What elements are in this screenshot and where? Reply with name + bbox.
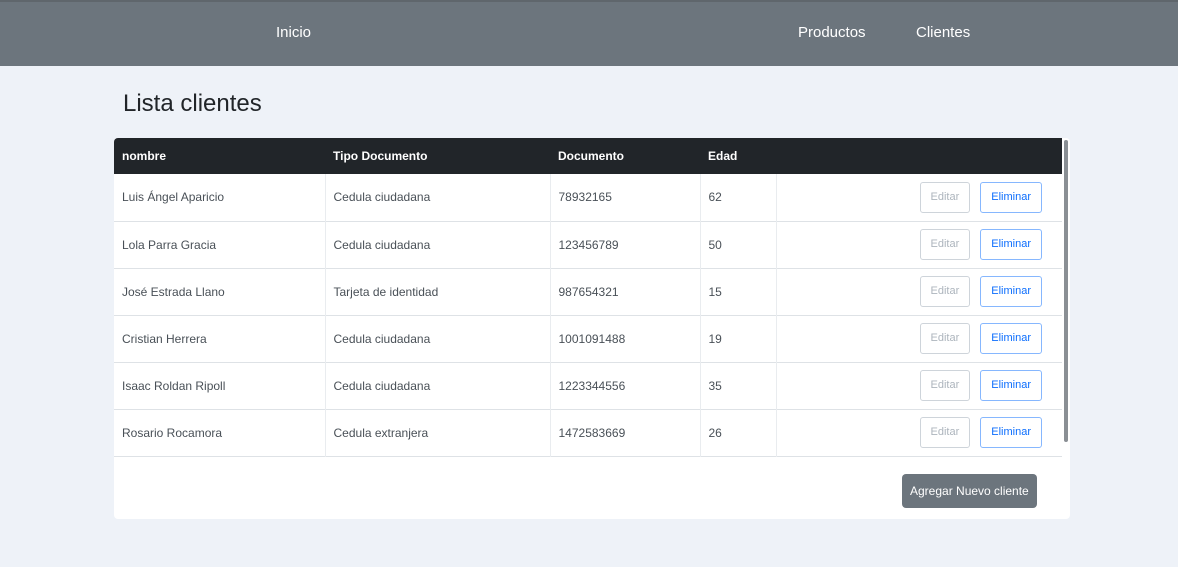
cell-tipo-documento: Tarjeta de identidad (325, 268, 551, 315)
cell-documento: 78932165 (550, 174, 701, 221)
cell-edad: 15 (700, 268, 777, 315)
delete-button[interactable]: Eliminar (980, 370, 1042, 401)
cell-documento: 1001091488 (550, 315, 701, 362)
nav-link-products[interactable]: Productos (798, 24, 866, 41)
nav-link-clients[interactable]: Clientes (916, 24, 970, 41)
header-edad: Edad (708, 149, 738, 163)
delete-button[interactable]: Eliminar (980, 417, 1042, 448)
table-header: nombre Tipo Documento Documento Edad (114, 138, 1062, 174)
cell-edad: 19 (700, 315, 777, 362)
edit-button[interactable]: Editar (919, 370, 971, 401)
cell-edad: 50 (700, 221, 777, 268)
edit-button[interactable]: Editar (919, 276, 971, 307)
cell-actions: Editar Eliminar (776, 362, 1062, 409)
cell-nombre: Cristian Herrera (114, 315, 326, 362)
cell-nombre: Rosario Rocamora (114, 409, 326, 456)
delete-button[interactable]: Eliminar (980, 229, 1042, 260)
header-actions (776, 138, 1062, 174)
cell-edad: 26 (700, 409, 777, 456)
cell-nombre: José Estrada Llano (114, 268, 326, 315)
table-row: Luis Ángel Aparicio Cedula ciudadana 789… (114, 174, 1062, 221)
header-tipo-documento: Tipo Documento (333, 149, 428, 163)
add-client-button[interactable]: Agregar Nuevo cliente (902, 474, 1037, 508)
cell-nombre: Luis Ángel Aparicio (114, 174, 326, 221)
cell-actions: Editar Eliminar (776, 221, 1062, 268)
cell-actions: Editar Eliminar (776, 409, 1062, 456)
cell-tipo-documento: Cedula ciudadana (325, 174, 551, 221)
table-row: Isaac Roldan Ripoll Cedula ciudadana 122… (114, 362, 1062, 409)
navbar: Inicio Productos Clientes (0, 0, 1178, 66)
cell-tipo-documento: Cedula ciudadana (325, 315, 551, 362)
delete-button[interactable]: Eliminar (980, 323, 1042, 354)
cell-tipo-documento: Cedula extranjera (325, 409, 551, 456)
table-header-row: nombre Tipo Documento Documento Edad (114, 138, 1062, 174)
header-documento: Documento (558, 149, 624, 163)
table-row: Cristian Herrera Cedula ciudadana 100109… (114, 315, 1062, 362)
cell-edad: 62 (700, 174, 777, 221)
table-row: Rosario Rocamora Cedula extranjera 14725… (114, 409, 1062, 456)
cell-nombre: Isaac Roldan Ripoll (114, 362, 326, 409)
cell-nombre: Lola Parra Gracia (114, 221, 326, 268)
cell-actions: Editar Eliminar (776, 315, 1062, 362)
cell-documento: 1223344556 (550, 362, 701, 409)
clients-card: nombre Tipo Documento Documento Edad Lui… (114, 138, 1070, 519)
cell-tipo-documento: Cedula ciudadana (325, 221, 551, 268)
edit-button[interactable]: Editar (919, 229, 971, 260)
header-nombre: nombre (122, 149, 167, 163)
cell-documento: 123456789 (550, 221, 701, 268)
clients-table: nombre Tipo Documento Documento Edad Lui… (114, 138, 1062, 457)
cell-actions: Editar Eliminar (776, 268, 1062, 315)
edit-button[interactable]: Editar (919, 181, 971, 213)
cell-documento: 987654321 (550, 268, 701, 315)
edit-button[interactable]: Editar (919, 323, 971, 354)
table-row: José Estrada Llano Tarjeta de identidad … (114, 268, 1062, 315)
page-title: Lista clientes (123, 90, 262, 117)
cell-documento: 1472583669 (550, 409, 701, 456)
cell-edad: 35 (700, 362, 777, 409)
cell-actions: Editar Eliminar (776, 174, 1062, 221)
table-row: Lola Parra Gracia Cedula ciudadana 12345… (114, 221, 1062, 268)
delete-button[interactable]: Eliminar (980, 276, 1042, 307)
edit-button[interactable]: Editar (919, 417, 971, 448)
cell-tipo-documento: Cedula ciudadana (325, 362, 551, 409)
table-scrollbar[interactable] (1064, 140, 1068, 442)
nav-link-home[interactable]: Inicio (276, 24, 311, 41)
delete-button[interactable]: Eliminar (980, 181, 1042, 213)
